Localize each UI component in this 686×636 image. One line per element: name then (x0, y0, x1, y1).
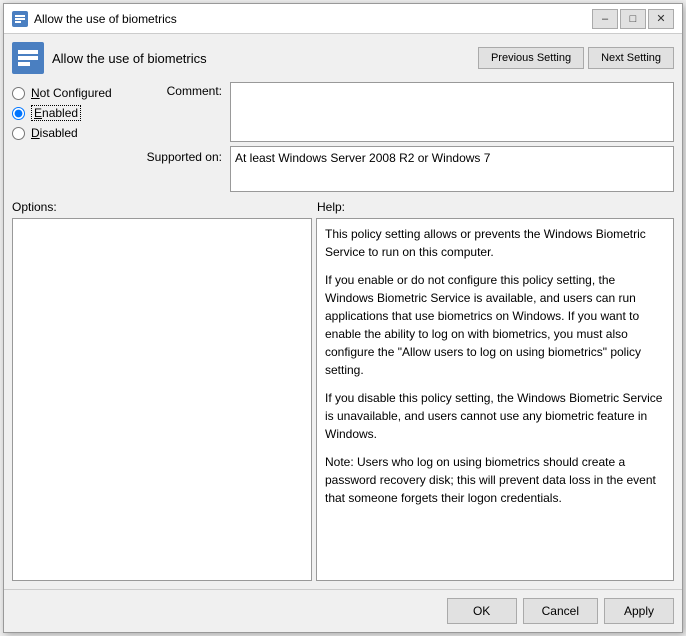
radio-disabled-label: Disabled (31, 126, 78, 140)
cancel-button[interactable]: Cancel (523, 598, 598, 624)
supported-section: Supported on: At least Windows Server 20… (140, 146, 674, 192)
comment-input[interactable] (230, 82, 674, 142)
content-area: Allow the use of biometrics Previous Set… (4, 34, 682, 589)
radio-not-configured-input[interactable] (12, 87, 25, 100)
help-para-2: If you enable or do not configure this p… (325, 271, 665, 379)
supported-box: At least Windows Server 2008 R2 or Windo… (230, 146, 674, 192)
radio-not-configured-label: Not Configured (31, 86, 112, 100)
radio-disabled[interactable]: Disabled (12, 126, 132, 140)
ok-button[interactable]: OK (447, 598, 517, 624)
window-icon (12, 11, 28, 27)
options-panel (12, 218, 312, 581)
comment-label: Comment: (140, 82, 230, 98)
supported-label: Supported on: (140, 146, 230, 164)
apply-button[interactable]: Apply (604, 598, 674, 624)
footer: OK Cancel Apply (4, 589, 682, 632)
help-para-3: If you disable this policy setting, the … (325, 389, 665, 443)
help-panel: This policy setting allows or prevents t… (316, 218, 674, 581)
next-setting-button[interactable]: Next Setting (588, 47, 674, 69)
maximize-button[interactable]: □ (620, 9, 646, 29)
close-button[interactable]: ✕ (648, 9, 674, 29)
title-bar-controls: – □ ✕ (592, 9, 674, 29)
panels-labels: Options: Help: (12, 200, 674, 214)
radio-enabled[interactable]: Enabled (12, 105, 132, 121)
help-para-1: This policy setting allows or prevents t… (325, 225, 665, 261)
panels-row: Options: Help: This policy setting allow… (12, 200, 674, 581)
title-bar: Allow the use of biometrics – □ ✕ (4, 4, 682, 34)
radio-not-configured[interactable]: Not Configured (12, 86, 132, 100)
radio-enabled-label: Enabled (31, 105, 81, 121)
minimize-button[interactable]: – (592, 9, 618, 29)
radio-disabled-input[interactable] (12, 127, 25, 140)
header-row: Allow the use of biometrics Previous Set… (12, 42, 674, 74)
help-panel-label: Help: (317, 200, 674, 214)
panels-content: This policy setting allows or prevents t… (12, 218, 674, 581)
window-title: Allow the use of biometrics (34, 12, 592, 26)
header-icon (12, 42, 44, 74)
options-panel-label: Options: (12, 200, 317, 214)
help-para-4: Note: Users who log on using biometrics … (325, 453, 665, 507)
header-title: Allow the use of biometrics (52, 51, 478, 66)
supported-text: At least Windows Server 2008 R2 or Windo… (235, 151, 490, 165)
header-buttons: Previous Setting Next Setting (478, 47, 674, 69)
comment-section: Comment: (140, 82, 674, 142)
radio-enabled-input[interactable] (12, 107, 25, 120)
prev-setting-button[interactable]: Previous Setting (478, 47, 584, 69)
main-window: Allow the use of biometrics – □ ✕ Allow … (3, 3, 683, 633)
